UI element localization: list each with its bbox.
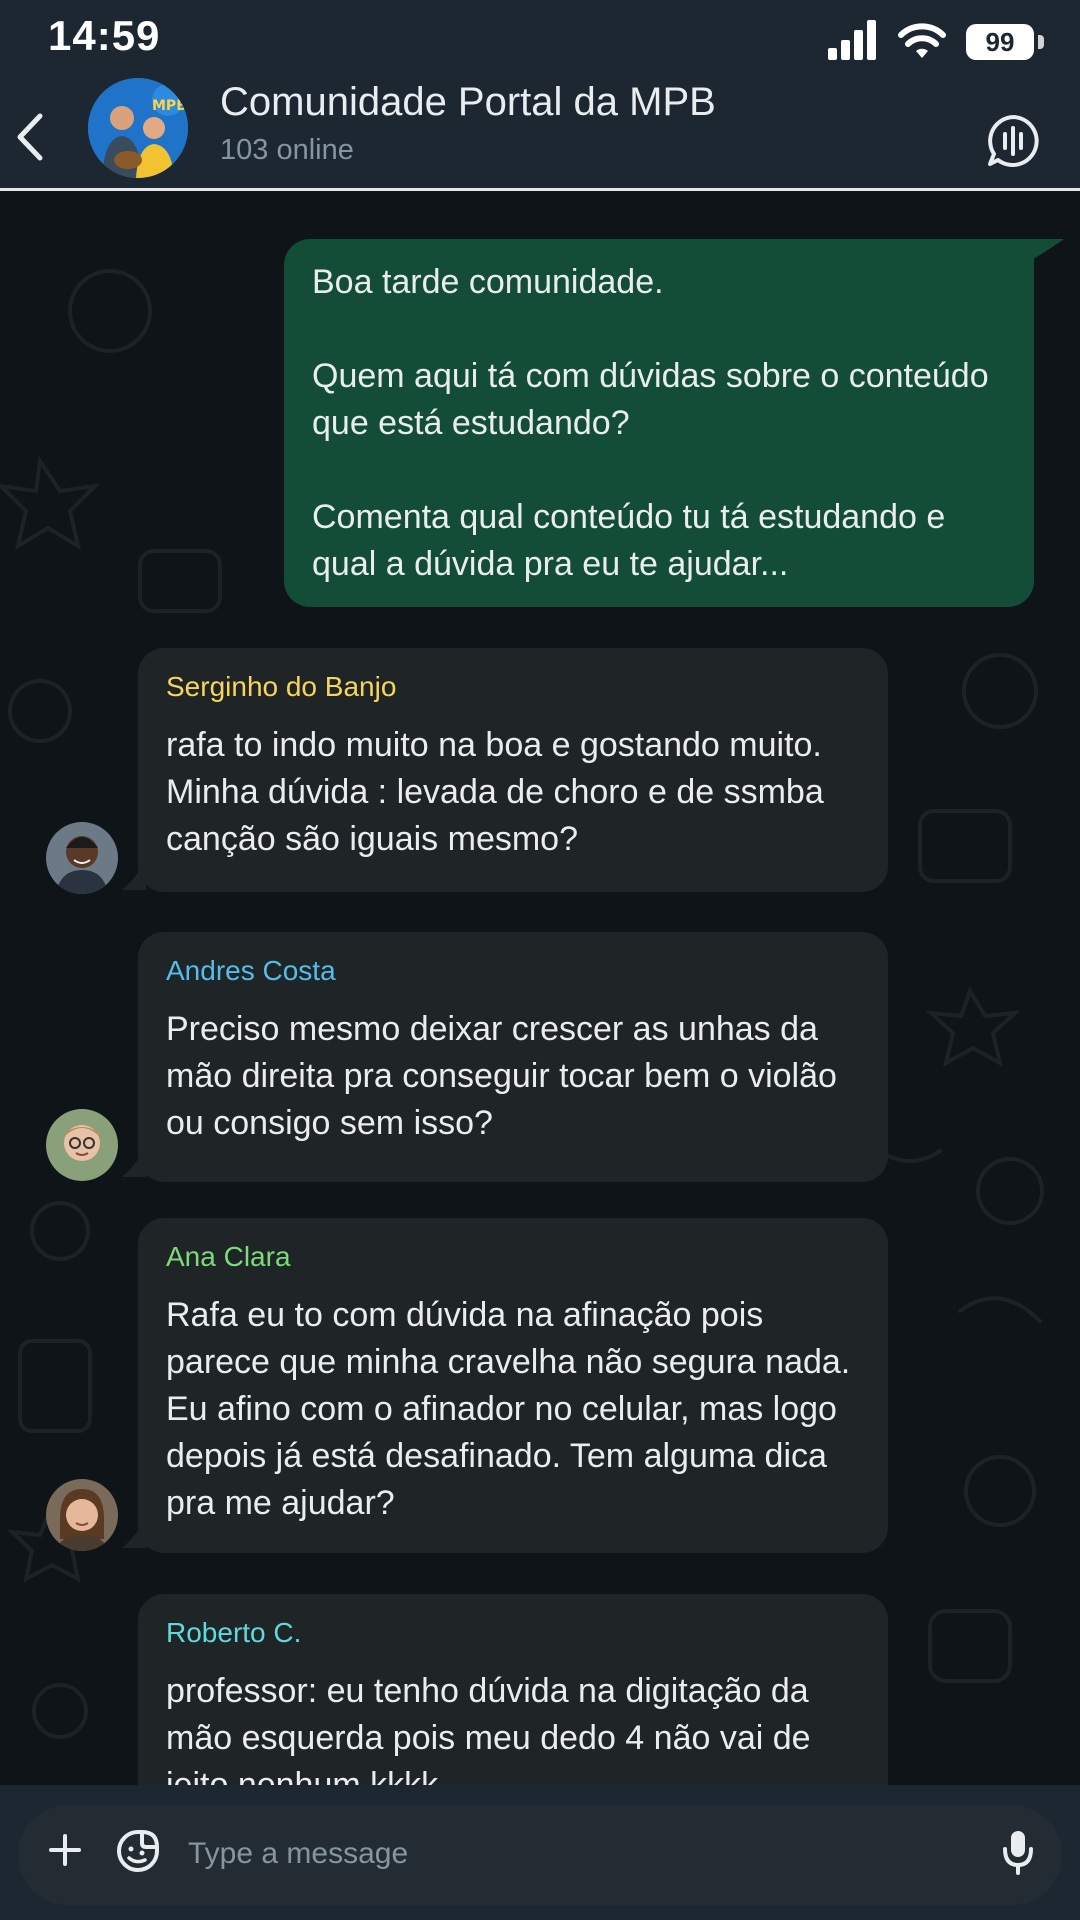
outgoing-message[interactable]: Boa tarde comunidade. Quem aqui tá com d…: [284, 239, 1034, 607]
bubble-tail: [122, 1518, 146, 1548]
message-text: rafa to indo muito na boa e gostando mui…: [166, 726, 824, 858]
sender-name[interactable]: Serginho do Banjo: [166, 670, 860, 704]
chat-area[interactable]: Boa tarde comunidade. Quem aqui tá com d…: [0, 191, 1080, 1785]
incoming-message[interactable]: Serginho do Banjo rafa to indo muito na …: [138, 648, 888, 892]
wifi-icon: [898, 23, 946, 58]
member-avatar[interactable]: [46, 1479, 118, 1551]
message-text: professor: eu tenho dúvida na digitação …: [166, 1672, 811, 1785]
sender-name[interactable]: Roberto C.: [166, 1616, 860, 1650]
incoming-message[interactable]: Ana Clara Rafa eu to com dúvida na afina…: [138, 1218, 888, 1553]
composer-bar: [0, 1785, 1080, 1920]
sticker-icon[interactable]: [116, 1829, 160, 1873]
incoming-message[interactable]: Andres Costa Preciso mesmo deixar cresce…: [138, 932, 888, 1182]
message-text: Boa tarde comunidade. Quem aqui tá com d…: [312, 263, 989, 583]
chat-header: MPB Comunidade Portal da MPB 103 online: [0, 72, 1080, 191]
sender-name[interactable]: Ana Clara: [166, 1240, 860, 1274]
member-avatar[interactable]: [46, 822, 118, 894]
bubble-tail: [122, 1147, 146, 1177]
message-text: Rafa eu to com dúvida na afinação pois p…: [166, 1296, 851, 1522]
message-input[interactable]: [186, 1821, 990, 1887]
message-text: Preciso mesmo deixar crescer as unhas da…: [166, 1010, 837, 1142]
battery-level: 99: [966, 24, 1034, 60]
cellular-signal-icon: [828, 20, 876, 60]
plus-icon[interactable]: [48, 1833, 82, 1867]
bubble-tail: [122, 860, 146, 890]
chat-screen: 14:59 99 MPB Comunidade Portal da MPB 10…: [0, 0, 1080, 1920]
status-bar: 14:59 99: [0, 0, 1080, 72]
bubble-tail: [1030, 239, 1064, 261]
incoming-message[interactable]: Roberto C. professor: eu tenho dúvida na…: [138, 1594, 888, 1785]
member-avatar[interactable]: [46, 1109, 118, 1181]
voice-chat-icon[interactable]: [986, 114, 1040, 168]
status-time: 14:59: [48, 12, 161, 59]
group-title[interactable]: Comunidade Portal da MPB: [220, 80, 716, 125]
microphone-icon[interactable]: [1002, 1829, 1034, 1875]
sender-name[interactable]: Andres Costa: [166, 954, 860, 988]
group-avatar[interactable]: MPB: [88, 78, 188, 178]
chevron-left-icon[interactable]: [10, 112, 50, 162]
online-count: 103 online: [220, 134, 354, 166]
svg-text:MPB: MPB: [152, 98, 187, 114]
